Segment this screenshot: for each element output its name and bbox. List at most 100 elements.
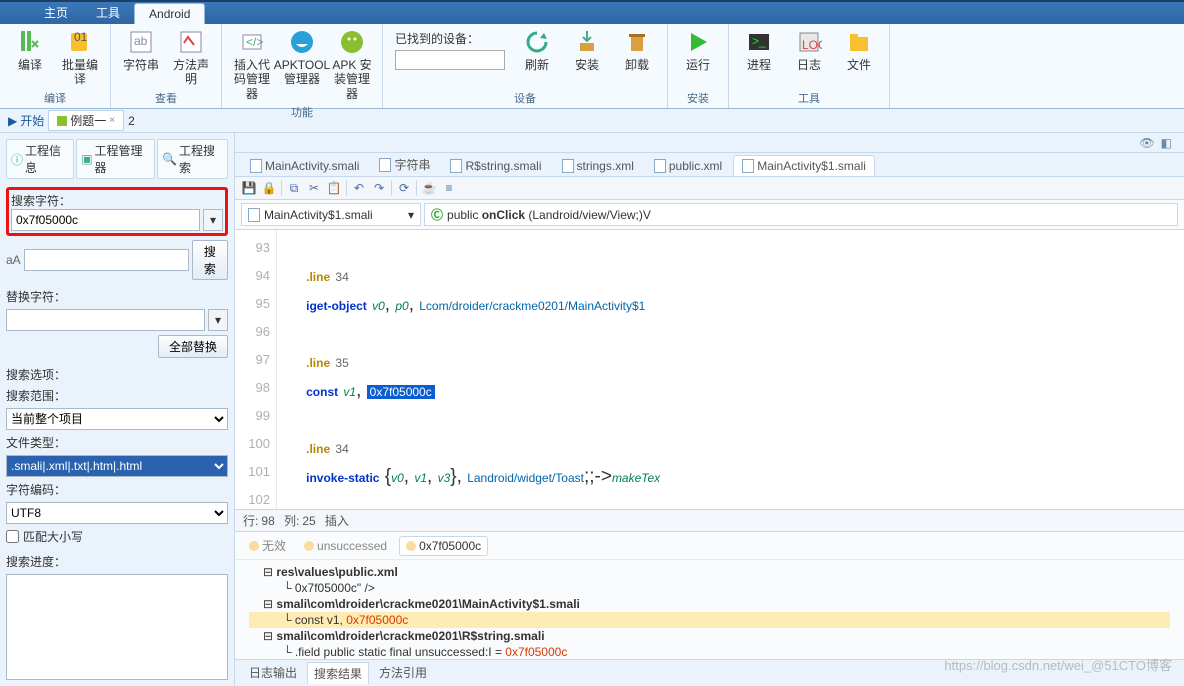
undo-icon[interactable]: ↶ bbox=[351, 180, 367, 196]
uninstall-button[interactable]: 卸载 bbox=[613, 26, 661, 74]
encoding-select[interactable]: UTF8 bbox=[6, 502, 228, 524]
decompile-button[interactable]: 编译 bbox=[6, 26, 54, 74]
file-tab[interactable]: strings.xml bbox=[553, 155, 643, 176]
cut-icon[interactable]: ✂ bbox=[306, 180, 322, 196]
replace-all-button[interactable]: 全部替换 bbox=[158, 335, 228, 358]
paste-icon[interactable]: 📋 bbox=[326, 180, 342, 196]
result-line[interactable]: └ .field public static final unsuccessed… bbox=[249, 644, 1170, 659]
filetype-select[interactable]: .smali|.xml|.txt|.htm|.html bbox=[6, 455, 228, 477]
replace-history-button[interactable]: ▾ bbox=[208, 309, 228, 331]
doc-icon bbox=[248, 208, 260, 222]
left-panel: ⓘ工程信息 ▣工程管理器 🔍工程搜索 搜索字符： ▾ aA 搜索 替换字符： ▾… bbox=[0, 133, 235, 686]
apk-install-button[interactable]: APK 安装管理器 bbox=[328, 26, 376, 103]
method-decl-button[interactable]: 方法声明 bbox=[167, 26, 215, 89]
result-line[interactable]: └ const v1, 0x7f05000c bbox=[249, 612, 1170, 628]
file-tab[interactable]: MainActivity$1.smali bbox=[733, 155, 875, 176]
eye-icon[interactable]: 👁 bbox=[1139, 136, 1154, 150]
device-input[interactable] bbox=[395, 50, 505, 70]
lock-icon[interactable]: 🔒 bbox=[261, 180, 277, 196]
svg-text:ab: ab bbox=[134, 34, 148, 48]
result-file[interactable]: ⊟ smali\com\droider\crackme0201\R$string… bbox=[249, 628, 1170, 644]
method-icon: Ⓒ bbox=[431, 206, 443, 223]
insert-code-button[interactable]: </>插入代码管理器 bbox=[228, 26, 276, 103]
android-icon bbox=[57, 116, 67, 126]
search-label: 搜索字符： bbox=[11, 192, 223, 209]
group-install-label: 安装 bbox=[687, 89, 709, 108]
svg-text:</>: </> bbox=[246, 35, 263, 49]
line-gutter: 93949596979899100101102 bbox=[235, 230, 277, 509]
result-file[interactable]: ⊟ res\values\public.xml bbox=[249, 564, 1170, 580]
file-tab[interactable]: public.xml bbox=[645, 155, 731, 176]
editor-area: 👁 ◧ MainActivity.smali字符串R$string.smalist… bbox=[235, 133, 1184, 686]
matchcase-checkbox[interactable] bbox=[6, 530, 19, 543]
close-icon[interactable]: × bbox=[109, 115, 115, 126]
menu-tab-home[interactable]: 主页 bbox=[30, 1, 82, 24]
tab-project-search[interactable]: 🔍工程搜索 bbox=[157, 139, 228, 179]
bulb-icon bbox=[406, 541, 416, 551]
font-icon: aA bbox=[6, 253, 21, 267]
panel-toggle-icon[interactable]: ◧ bbox=[1161, 136, 1172, 150]
ribbon: 编译 01批量编译 编译 ab字符串 方法声明 查看 </>插入代码管理器 AP… bbox=[0, 24, 1184, 109]
footer-tab-log[interactable]: 日志输出 bbox=[243, 662, 303, 684]
replace-label: 替换字符： bbox=[6, 288, 228, 305]
result-file[interactable]: ⊟ smali\com\droider\crackme0201\MainActi… bbox=[249, 596, 1170, 612]
install-button[interactable]: 安装 bbox=[563, 26, 611, 74]
bc-method[interactable]: Ⓒpublic onClick (Landroid/view/View;)V bbox=[424, 203, 1178, 226]
strings-button[interactable]: ab字符串 bbox=[117, 26, 165, 74]
footer-tab-results[interactable]: 搜索结果 bbox=[307, 662, 369, 684]
refresh-button[interactable]: 刷新 bbox=[513, 26, 561, 74]
result-tree[interactable]: ⊟ res\values\public.xml└ 0x7f05000c" />⊟… bbox=[235, 560, 1184, 659]
redo-icon[interactable]: ↷ bbox=[371, 180, 387, 196]
format-icon[interactable]: ≡ bbox=[441, 180, 457, 196]
file-tab[interactable]: 字符串 bbox=[370, 152, 439, 176]
result-line[interactable]: └ 0x7f05000c" /> bbox=[249, 580, 1170, 596]
file-tab[interactable]: R$string.smali bbox=[441, 155, 550, 176]
start-button[interactable]: ▶ 开始 bbox=[8, 112, 44, 129]
code-area[interactable]: .line 34 iget-object v0, p0, Lcom/droide… bbox=[277, 230, 1184, 509]
files-button[interactable]: 文件 bbox=[835, 26, 883, 74]
doc-icon bbox=[654, 159, 666, 173]
log-button[interactable]: LOG日志 bbox=[785, 26, 833, 74]
group-compile-label: 编译 bbox=[44, 89, 66, 108]
run-button[interactable]: 运行 bbox=[674, 26, 722, 74]
footer-tab-refs[interactable]: 方法引用 bbox=[373, 662, 433, 684]
bp-tab-unsuccessed[interactable]: unsuccessed bbox=[298, 537, 393, 555]
file-tab[interactable]: MainActivity.smali bbox=[241, 155, 368, 176]
group-view-label: 查看 bbox=[155, 89, 177, 108]
svg-text:01: 01 bbox=[74, 30, 88, 44]
bp-tab-hex[interactable]: 0x7f05000c bbox=[399, 536, 488, 556]
device-box: 已找到的设备： bbox=[389, 26, 511, 74]
sync-icon[interactable]: ⟳ bbox=[396, 180, 412, 196]
tab-project-manager[interactable]: ▣工程管理器 bbox=[76, 139, 155, 179]
replace-input[interactable] bbox=[6, 309, 205, 331]
progress-field bbox=[6, 574, 228, 680]
doc-icon bbox=[379, 158, 391, 172]
doc-icon bbox=[450, 159, 462, 173]
matchcase-label: 匹配大小写 bbox=[23, 528, 83, 545]
search-aux-input[interactable] bbox=[24, 249, 189, 271]
options-label: 搜索选项： bbox=[6, 366, 228, 383]
project-tab[interactable]: 例题一 × bbox=[48, 110, 124, 131]
search-history-button[interactable]: ▾ bbox=[203, 209, 223, 231]
save-icon[interactable]: 💾 bbox=[241, 180, 257, 196]
bulb-icon bbox=[304, 541, 314, 551]
apktool-button[interactable]: APKTOOL管理器 bbox=[278, 26, 326, 89]
menu-tab-android[interactable]: Android bbox=[134, 3, 205, 24]
tab-project-info[interactable]: ⓘ工程信息 bbox=[6, 139, 74, 179]
doc-icon bbox=[742, 159, 754, 173]
bp-tab-invalid[interactable]: 无效 bbox=[243, 535, 292, 556]
group-tools-label: 工具 bbox=[798, 89, 820, 108]
bulb-icon bbox=[249, 541, 259, 551]
batch-compile-button[interactable]: 01批量编译 bbox=[56, 26, 104, 89]
process-button[interactable]: >_进程 bbox=[735, 26, 783, 74]
search-input[interactable] bbox=[11, 209, 200, 231]
search-button[interactable]: 搜索 bbox=[192, 240, 228, 280]
copy-icon[interactable]: ⧉ bbox=[286, 180, 302, 196]
menu-tab-tools[interactable]: 工具 bbox=[82, 1, 134, 24]
svg-text:>_: >_ bbox=[752, 34, 766, 48]
bc-file[interactable]: MainActivity$1.smali▾ bbox=[241, 203, 421, 226]
tab-badge: 2 bbox=[128, 114, 135, 128]
status-bar: 行: 98 列: 25 插入 bbox=[235, 509, 1184, 531]
scope-select[interactable]: 当前整个项目 bbox=[6, 408, 228, 430]
java-icon[interactable]: ☕ bbox=[421, 180, 437, 196]
